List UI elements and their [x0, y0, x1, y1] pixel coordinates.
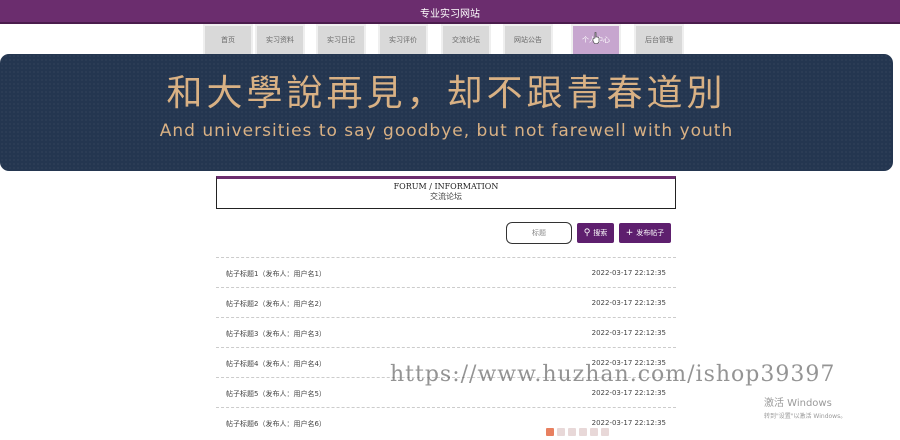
post-date: 2022-03-17 22:12:35: [591, 389, 666, 397]
floating-toolbar: [546, 428, 638, 438]
hand-cursor-icon: [592, 32, 600, 44]
nav-item-home[interactable]: 首页: [203, 24, 253, 56]
post-list: 帖子标题1（发布人：用户名1） 2022-03-17 22:12:35 帖子标题…: [216, 257, 676, 437]
publish-button-label: 发布帖子: [636, 229, 665, 237]
search-button-label: 搜索: [593, 229, 608, 237]
hero-banner: 和大學說再見，却不跟青春道別 And universities to say g…: [0, 54, 893, 171]
windows-activation-notice: 激活 Windows 转到"设置"以激活 Windows。: [764, 394, 846, 420]
list-item[interactable]: 帖子标题2（发布人：用户名2） 2022-03-17 22:12:35: [216, 287, 676, 317]
post-date: 2022-03-17 22:12:35: [591, 419, 666, 427]
main-nav: 首页 实习资料 实习日记 实习评价 交流论坛 网站公告 个人中心 后台管理: [0, 24, 900, 56]
nav-item-diary[interactable]: 实习日记: [316, 24, 366, 56]
toolbar-icon[interactable]: [579, 428, 587, 436]
toolbar-icon[interactable]: [568, 428, 576, 436]
post-title: 帖子标题2（发布人：用户名2）: [226, 300, 326, 308]
post-title: 帖子标题6（发布人：用户名6）: [226, 420, 326, 428]
toolbar-icon[interactable]: [557, 428, 565, 436]
plus-icon: +: [625, 228, 634, 238]
post-title: 帖子标题5（发布人：用户名5）: [226, 390, 326, 398]
publish-post-button[interactable]: + 发布帖子: [619, 223, 671, 243]
post-date: 2022-03-17 22:12:35: [591, 299, 666, 307]
list-item[interactable]: 帖子标题1（发布人：用户名1） 2022-03-17 22:12:35: [216, 257, 676, 287]
banner-headline-cn: 和大學說再見，却不跟青春道別: [166, 73, 727, 114]
search-button[interactable]: ⚲ 搜索: [577, 223, 614, 243]
activation-subtitle: 转到"设置"以激活 Windows。: [764, 413, 847, 420]
section-title-cn: 交流论坛: [430, 192, 462, 201]
post-title: 帖子标题4（发布人：用户名4）: [226, 360, 326, 368]
nav-item-announcements[interactable]: 网站公告: [503, 24, 553, 56]
search-icon: ⚲: [583, 228, 591, 238]
nav-item-admin[interactable]: 后台管理: [634, 24, 684, 56]
nav-item-forum[interactable]: 交流论坛: [441, 24, 491, 56]
post-date: 2022-03-17 22:12:35: [591, 269, 666, 277]
site-title: 专业实习网站: [420, 9, 480, 20]
site-watermark: https://www.huzhan.com/ishop39397: [390, 362, 836, 387]
toolbar-icon[interactable]: [546, 428, 554, 436]
post-title: 帖子标题1（发布人：用户名1）: [226, 270, 326, 278]
banner-headline-en: And universities to say goodbye, but not…: [159, 121, 734, 141]
activation-title: 激活 Windows: [764, 398, 832, 409]
section-title: FORUM / INFORMATION 交流论坛: [216, 176, 676, 209]
nav-item-materials[interactable]: 实习资料: [255, 24, 305, 56]
toolbar-icon[interactable]: [590, 428, 598, 436]
section-title-en: FORUM / INFORMATION: [393, 182, 499, 191]
site-header: 专业实习网站: [0, 0, 900, 24]
toolbar-icon[interactable]: [601, 428, 609, 436]
search-input[interactable]: 标题: [506, 222, 572, 244]
post-date: 2022-03-17 22:12:35: [591, 329, 666, 337]
post-title: 帖子标题3（发布人：用户名3）: [226, 330, 326, 338]
nav-item-evaluation[interactable]: 实习评价: [378, 24, 428, 56]
list-item[interactable]: 帖子标题3（发布人：用户名3） 2022-03-17 22:12:35: [216, 317, 676, 347]
